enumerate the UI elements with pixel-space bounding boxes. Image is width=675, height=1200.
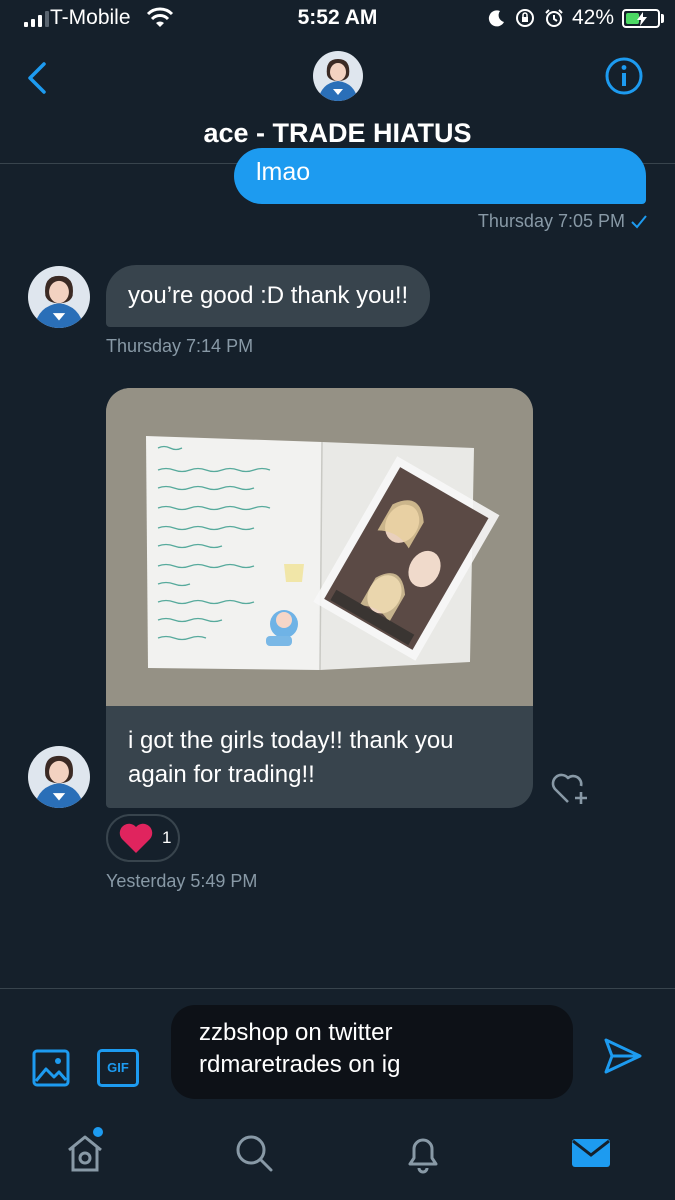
send-icon[interactable] bbox=[602, 1035, 644, 1077]
status-bar: T-Mobile 5:52 AM 42% bbox=[0, 0, 675, 40]
message-timestamp: Thursday 7:05 PM bbox=[477, 211, 625, 231]
message-text: lmao bbox=[256, 158, 311, 186]
conversation-header: ace - TRADE HIATUS bbox=[0, 40, 675, 164]
bell-icon[interactable] bbox=[402, 1132, 444, 1174]
avatar[interactable] bbox=[28, 266, 90, 328]
message-timestamp: Thursday 7:14 PM bbox=[106, 336, 254, 356]
chevron-left-icon[interactable] bbox=[22, 58, 52, 98]
alarm-icon bbox=[545, 9, 563, 27]
battery-charging-icon bbox=[622, 9, 660, 28]
image-icon[interactable] bbox=[32, 1049, 70, 1087]
tab-bar bbox=[0, 1112, 675, 1200]
incoming-message-bubble[interactable]: you’re good :D thank you!! bbox=[106, 265, 431, 327]
message-input[interactable]: zzbshop on twitter rdmaretrades on ig bbox=[171, 1005, 573, 1099]
orientation-lock-icon bbox=[516, 9, 534, 27]
message-timestamp: Yesterday 5:49 PM bbox=[106, 871, 258, 891]
page-title: ace - TRADE HIATUS bbox=[203, 118, 472, 148]
attached-photo[interactable] bbox=[106, 388, 533, 706]
search-icon[interactable] bbox=[233, 1132, 275, 1174]
reaction-badge[interactable]: 1 bbox=[106, 814, 180, 862]
message-text: you’re good :D thank you!! bbox=[128, 282, 409, 309]
home-icon[interactable] bbox=[64, 1132, 106, 1174]
heart-icon bbox=[119, 823, 153, 853]
message-text: i got the girls today!! thank you again … bbox=[128, 727, 454, 788]
gif-button[interactable]: GIF bbox=[97, 1049, 139, 1087]
battery-percent: 42% bbox=[572, 6, 615, 29]
notification-dot bbox=[93, 1127, 103, 1137]
moon-icon bbox=[488, 10, 504, 27]
info-icon[interactable] bbox=[604, 56, 644, 96]
outgoing-message-bubble[interactable]: lmao bbox=[234, 148, 646, 204]
reaction-count: 1 bbox=[162, 828, 172, 847]
incoming-photo-message[interactable]: i got the girls today!! thank you again … bbox=[106, 388, 533, 808]
checkmark-icon bbox=[631, 214, 647, 228]
mail-icon[interactable] bbox=[570, 1132, 612, 1174]
avatar[interactable] bbox=[313, 51, 363, 101]
message-meta: Thursday 7:05 PM bbox=[478, 211, 647, 232]
message-input-line: rdmaretrades on ig bbox=[199, 1051, 401, 1078]
avatar[interactable] bbox=[28, 746, 90, 808]
add-reaction-icon[interactable] bbox=[548, 768, 590, 808]
message-input-line: zzbshop on twitter bbox=[199, 1019, 393, 1046]
message-composer: GIF zzbshop on twitter rdmaretrades on i… bbox=[0, 988, 675, 1110]
